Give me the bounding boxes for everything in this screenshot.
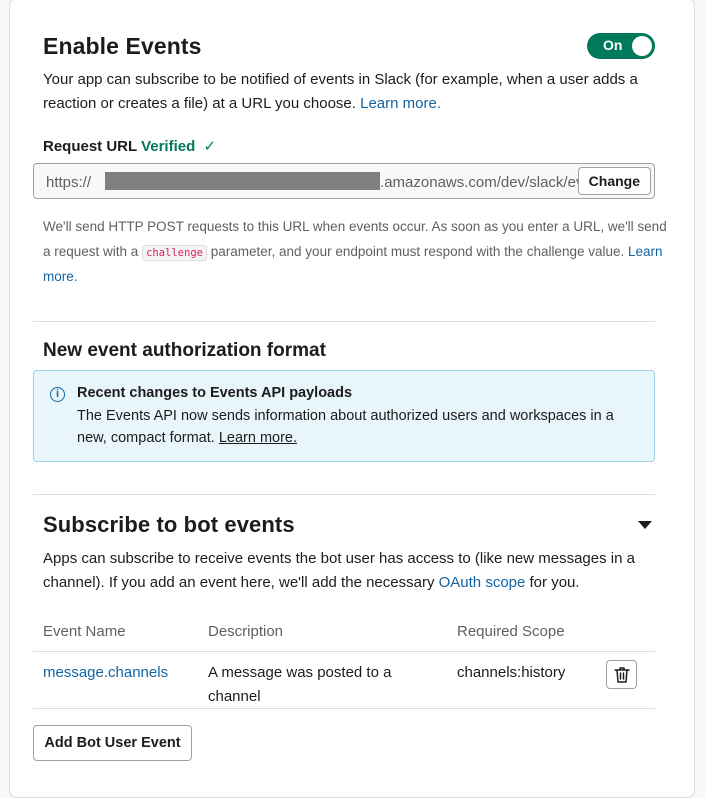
bot-events-text-2: for you. (529, 574, 580, 591)
bot-events-title: Subscribe to bot events (43, 512, 295, 537)
add-bot-user-event-button[interactable]: Add Bot User Event (33, 725, 192, 761)
request-url-value: https:// .amazonaws.com/dev/slack/ev (46, 172, 583, 191)
url-prefix: https:// (46, 174, 92, 191)
column-header-required-scope: Required Scope (457, 623, 565, 640)
section-divider (33, 494, 655, 495)
info-text-body: The Events API now sends information abo… (77, 408, 614, 446)
enable-events-toggle[interactable]: On (587, 33, 655, 59)
enable-events-description: Your app can subscribe to be notified of… (43, 68, 668, 116)
help-text-2: parameter, and your endpoint must respon… (210, 243, 625, 259)
column-header-description: Description (208, 623, 284, 640)
info-banner-text: The Events API now sends information abo… (77, 405, 637, 449)
toggle-knob (632, 36, 652, 56)
table-header-divider (33, 651, 655, 652)
bot-events-description: Apps can subscribe to receive events the… (43, 547, 668, 595)
event-required-scope: channels:history (457, 664, 566, 681)
request-url-label: Request URL (43, 138, 137, 155)
url-suffix: .amazonaws.com/dev/slack/ev (380, 174, 584, 191)
enable-events-text: Your app can subscribe to be notified of… (43, 71, 638, 112)
info-learn-more-link[interactable]: Learn more. (219, 430, 297, 446)
request-url-help: We'll send HTTP POST requests to this UR… (43, 215, 668, 290)
enable-events-title: Enable Events (43, 33, 202, 59)
remove-event-button[interactable] (606, 660, 637, 689)
request-url-input[interactable]: https:// .amazonaws.com/dev/slack/ev Chan… (33, 163, 655, 199)
oauth-scope-link[interactable]: OAuth scope (439, 574, 526, 591)
auth-format-title: New event authorization format (43, 340, 326, 361)
column-header-event-name: Event Name (43, 623, 126, 640)
toggle-label: On (603, 37, 623, 53)
verified-status: Verified (141, 138, 196, 155)
info-banner-title: Recent changes to Events API payloads (77, 385, 353, 401)
collapse-caret-icon[interactable] (638, 521, 652, 529)
redacted-url-segment (105, 172, 381, 190)
challenge-code: challenge (142, 244, 207, 261)
info-banner: i Recent changes to Events API payloads … (33, 370, 655, 462)
trash-icon (614, 667, 630, 683)
verified-check-icon: ✓ (203, 138, 217, 155)
event-description: A message was posted to a channel (208, 664, 392, 705)
info-icon: i (50, 387, 65, 402)
enable-events-learn-more-link[interactable]: Learn more. (360, 95, 441, 112)
section-divider (33, 321, 655, 322)
request-url-label-row: Request URL Verified ✓ (43, 137, 216, 155)
table-row-divider (33, 708, 655, 709)
event-name-link[interactable]: message.channels (43, 664, 168, 681)
change-url-button[interactable]: Change (577, 167, 651, 195)
